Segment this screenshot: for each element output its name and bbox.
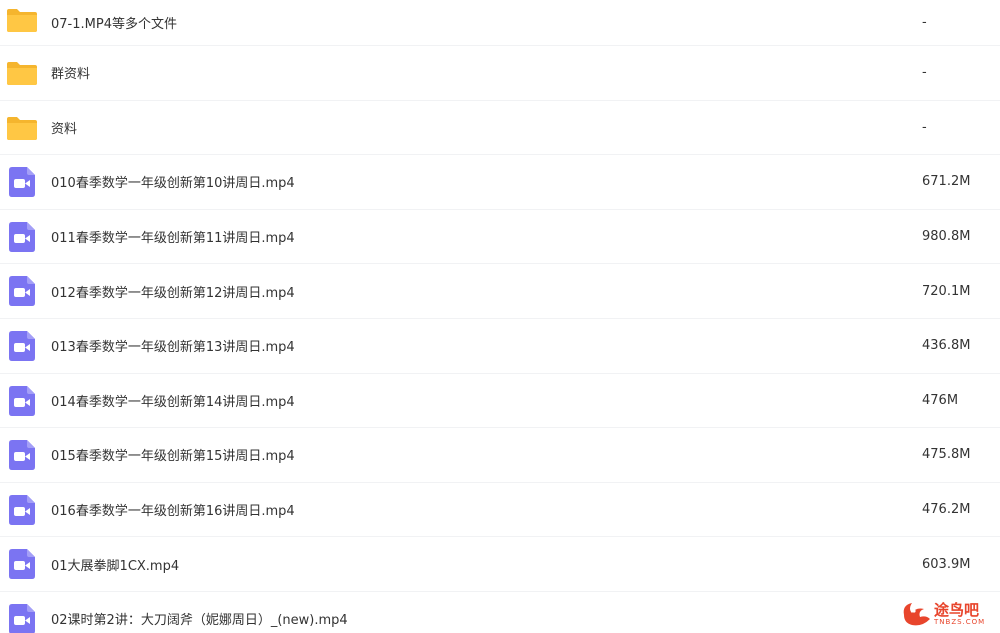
file-size: - xyxy=(922,119,927,135)
video-file-icon xyxy=(6,494,38,526)
file-size: 476M xyxy=(922,392,959,408)
file-name[interactable]: 07-1.MP4等多个文件 xyxy=(51,13,177,32)
file-name[interactable]: 014春季数学一年级创新第14讲周日.mp4 xyxy=(51,391,295,410)
file-name[interactable]: 资料 xyxy=(51,118,77,137)
file-row[interactable]: 011春季数学一年级创新第11讲周日.mp4 980.8M xyxy=(0,210,1000,265)
file-name[interactable]: 012春季数学一年级创新第12讲周日.mp4 xyxy=(51,282,295,301)
folder-icon xyxy=(6,57,38,89)
file-size: 720.1M xyxy=(922,283,971,299)
video-file-icon xyxy=(6,275,38,307)
video-file-icon xyxy=(6,603,38,633)
file-row[interactable]: 013春季数学一年级创新第13讲周日.mp4 436.8M xyxy=(0,319,1000,374)
file-name[interactable]: 016春季数学一年级创新第16讲周日.mp4 xyxy=(51,500,295,519)
file-row[interactable]: 资料 - xyxy=(0,101,1000,156)
file-size: 603.9M xyxy=(922,556,971,572)
watermark-text-group: 途鸟吧 TNBZS.COM xyxy=(934,600,986,626)
file-name[interactable]: 011春季数学一年级创新第11讲周日.mp4 xyxy=(51,227,295,246)
video-file-icon xyxy=(6,221,38,253)
file-row[interactable]: 02课时第2讲：大刀阔斧（妮娜周日）_(new).mp4 xyxy=(0,592,1000,633)
watermark-subtext: TNBZS.COM xyxy=(934,617,986,626)
watermark-text: 途鸟吧 xyxy=(934,600,980,619)
file-size: 476.2M xyxy=(922,502,971,518)
file-size: - xyxy=(922,65,927,81)
file-name[interactable]: 013春季数学一年级创新第13讲周日.mp4 xyxy=(51,336,295,355)
file-size: 980.8M xyxy=(922,229,971,245)
file-row[interactable]: 010春季数学一年级创新第10讲周日.mp4 671.2M xyxy=(0,155,1000,210)
video-file-icon xyxy=(6,439,38,471)
video-file-icon xyxy=(6,385,38,417)
file-size: 671.2M xyxy=(922,174,971,190)
file-name[interactable]: 群资料 xyxy=(51,63,90,82)
file-name[interactable]: 02课时第2讲：大刀阔斧（妮娜周日）_(new).mp4 xyxy=(51,609,348,628)
file-row[interactable]: 01大展拳脚1CX.mp4 603.9M xyxy=(0,537,1000,592)
video-file-icon xyxy=(6,548,38,580)
video-file-icon xyxy=(6,166,38,198)
file-row[interactable]: 014春季数学一年级创新第14讲周日.mp4 476M xyxy=(0,374,1000,429)
folder-icon xyxy=(6,4,38,36)
file-size: 436.8M xyxy=(922,338,971,354)
file-name[interactable]: 010春季数学一年级创新第10讲周日.mp4 xyxy=(51,172,295,191)
file-row[interactable]: 07-1.MP4等多个文件 - xyxy=(0,0,1000,46)
file-row[interactable]: 015春季数学一年级创新第15讲周日.mp4 475.8M xyxy=(0,428,1000,483)
file-size: 475.8M xyxy=(922,447,971,463)
file-row[interactable]: 012春季数学一年级创新第12讲周日.mp4 720.1M xyxy=(0,264,1000,319)
file-name[interactable]: 01大展拳脚1CX.mp4 xyxy=(51,555,179,574)
bird-logo-icon xyxy=(903,603,930,626)
file-row[interactable]: 群资料 - xyxy=(0,46,1000,101)
folder-icon xyxy=(6,112,38,144)
site-watermark: 途鸟吧 TNBZS.COM xyxy=(900,597,996,631)
file-name[interactable]: 015春季数学一年级创新第15讲周日.mp4 xyxy=(51,445,295,464)
file-row[interactable]: 016春季数学一年级创新第16讲周日.mp4 476.2M xyxy=(0,483,1000,538)
file-list: 07-1.MP4等多个文件 - 群资料 - 资料 - 010春季数学一年级创新第… xyxy=(0,0,1000,633)
video-file-icon xyxy=(6,330,38,362)
file-size: - xyxy=(922,15,927,30)
